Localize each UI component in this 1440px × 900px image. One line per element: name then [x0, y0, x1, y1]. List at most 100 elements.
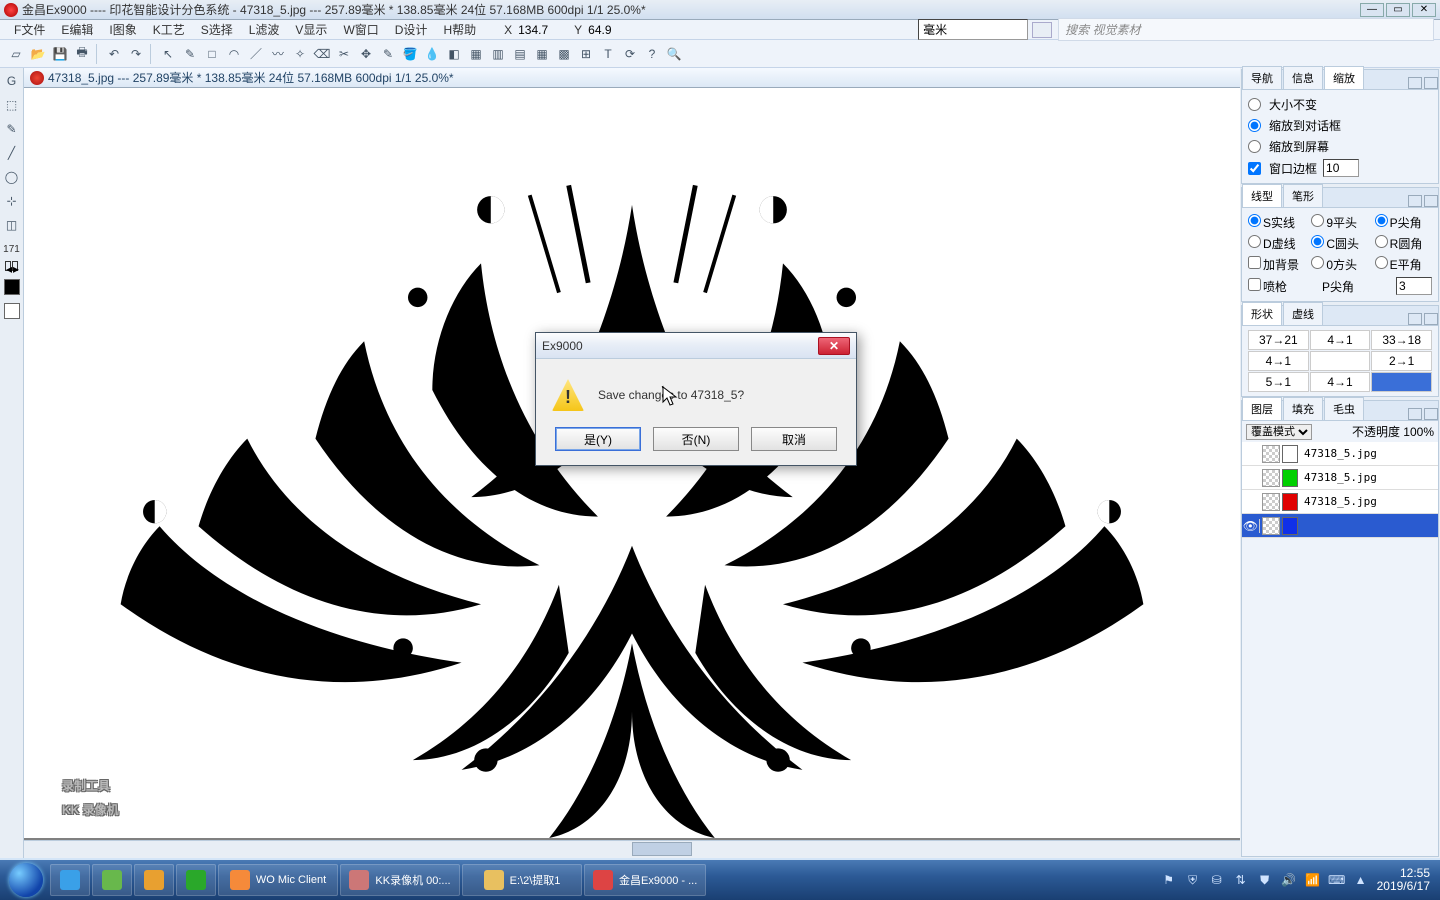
fill-icon[interactable]: 🪣: [400, 44, 420, 64]
shape-cell[interactable]: [1371, 372, 1432, 392]
shape-cell[interactable]: 37→21: [1248, 330, 1309, 350]
panel-menu-icon[interactable]: [1424, 77, 1438, 89]
taskbar-app[interactable]: WO Mic Client: [218, 864, 338, 896]
minimize-button[interactable]: —: [1360, 3, 1384, 17]
menu-H帮助[interactable]: H帮助: [435, 21, 484, 39]
tab-nav[interactable]: 导航: [1242, 66, 1282, 89]
tray-net-icon[interactable]: ⛨: [1185, 872, 1201, 888]
tab-info[interactable]: 信息: [1283, 66, 1323, 89]
move-icon[interactable]: ✥: [356, 44, 376, 64]
shape-cell[interactable]: 5→1: [1248, 372, 1309, 392]
layer-row[interactable]: 👁: [1242, 514, 1438, 538]
crop-tool[interactable]: ◫: [3, 216, 21, 234]
line-opt[interactable]: [1311, 256, 1324, 269]
g-tool[interactable]: G: [3, 72, 21, 90]
taskbar-app[interactable]: [176, 864, 216, 896]
unit-button[interactable]: [1032, 22, 1052, 38]
brush-icon[interactable]: ✎: [180, 44, 200, 64]
menu-S选择[interactable]: S选择: [193, 21, 241, 39]
shape-cell[interactable]: 4→1: [1310, 372, 1371, 392]
curve-icon[interactable]: 〰: [268, 44, 288, 64]
line-opt[interactable]: [1375, 214, 1388, 227]
dialog-close-button[interactable]: ✕: [818, 337, 850, 355]
shape-cell[interactable]: 4→1: [1248, 351, 1309, 371]
start-button[interactable]: [4, 862, 48, 898]
pencil-tool[interactable]: ✎: [3, 120, 21, 138]
line-opt[interactable]: [1311, 235, 1324, 248]
grid3-icon[interactable]: ▩: [554, 44, 574, 64]
clock[interactable]: 12:55 2019/6/17: [1377, 867, 1430, 893]
shape-cell[interactable]: 33→18: [1371, 330, 1432, 350]
picker-icon[interactable]: ✎: [378, 44, 398, 64]
taskbar-app[interactable]: [134, 864, 174, 896]
line-icon[interactable]: ／: [246, 44, 266, 64]
taskbar-app[interactable]: E:\2\提取1: [462, 864, 582, 896]
menu-E编辑[interactable]: E编辑: [53, 21, 101, 39]
rotate-icon[interactable]: ⟳: [620, 44, 640, 64]
undo-icon[interactable]: ↶: [104, 44, 124, 64]
tray-batt-icon[interactable]: ⌨: [1329, 872, 1345, 888]
tab-penshape[interactable]: 笔形: [1283, 184, 1323, 207]
check-border[interactable]: [1248, 162, 1261, 175]
tray-lang-icon[interactable]: ▲: [1353, 872, 1369, 888]
fg-swatch[interactable]: [4, 279, 20, 295]
tray-flag-icon[interactable]: ⚑: [1161, 872, 1177, 888]
drop-icon[interactable]: 💧: [422, 44, 442, 64]
eraser-icon[interactable]: ⌫: [312, 44, 332, 64]
save-icon[interactable]: 💾: [50, 44, 70, 64]
layer-color-chip[interactable]: [1282, 469, 1298, 487]
lasso-tool[interactable]: ◯: [3, 168, 21, 186]
layer-color-chip[interactable]: [1282, 445, 1298, 463]
no-button[interactable]: 否(N): [653, 427, 739, 451]
tab-dash[interactable]: 虚线: [1283, 302, 1323, 325]
yes-button[interactable]: 是(Y): [555, 427, 641, 451]
pointer-icon[interactable]: ↖: [158, 44, 178, 64]
crop-icon[interactable]: ✂: [334, 44, 354, 64]
taskbar-app[interactable]: [50, 864, 90, 896]
menu-L滤波[interactable]: L滤波: [241, 21, 288, 39]
menu-F文件[interactable]: F文件: [6, 21, 53, 39]
layer-row[interactable]: 47318_5.jpg: [1242, 442, 1438, 466]
help-icon[interactable]: ?: [642, 44, 662, 64]
taskbar-app[interactable]: 金昌Ex9000 - ...: [584, 864, 706, 896]
tray-wifi-icon[interactable]: 📶: [1305, 872, 1321, 888]
sharp-val[interactable]: [1396, 277, 1432, 295]
layer-row[interactable]: 47318_5.jpg: [1242, 490, 1438, 514]
grid2-icon[interactable]: ▦: [532, 44, 552, 64]
taskbar-app[interactable]: [92, 864, 132, 896]
menu-W窗口[interactable]: W窗口: [335, 21, 386, 39]
taskbar-app[interactable]: KK录像机 00:...: [340, 864, 460, 896]
lasso-icon[interactable]: ◠: [224, 44, 244, 64]
zoom-icon[interactable]: 🔍: [664, 44, 684, 64]
shape-cell[interactable]: 4→1: [1310, 330, 1371, 350]
line-opt[interactable]: [1248, 214, 1261, 227]
menu-D设计[interactable]: D设计: [387, 21, 436, 39]
tray-shield-icon[interactable]: ⛊: [1257, 872, 1273, 888]
shape1-icon[interactable]: ◧: [444, 44, 464, 64]
line-opt[interactable]: [1375, 235, 1388, 248]
radio-to-dialog[interactable]: [1248, 119, 1261, 132]
shape3-icon[interactable]: ▥: [488, 44, 508, 64]
new-icon[interactable]: ▱: [6, 44, 26, 64]
close-button[interactable]: ✕: [1412, 3, 1436, 17]
layer-color-chip[interactable]: [1282, 493, 1298, 511]
marquee-tool[interactable]: ⬚: [3, 96, 21, 114]
shape2-icon[interactable]: ▦: [466, 44, 486, 64]
layer-row[interactable]: 47318_5.jpg: [1242, 466, 1438, 490]
search-input[interactable]: 搜索 视觉素材: [1058, 18, 1434, 41]
line-tool[interactable]: ╱: [3, 144, 21, 162]
panel-min-icon[interactable]: [1408, 77, 1422, 89]
line-opt[interactable]: [1375, 256, 1388, 269]
cancel-button[interactable]: 取消: [751, 427, 837, 451]
redo-icon[interactable]: ↷: [126, 44, 146, 64]
horizontal-scrollbar[interactable]: [24, 840, 1240, 858]
shape-cell[interactable]: 2→1: [1371, 351, 1432, 371]
tray-vol-icon[interactable]: 🔊: [1281, 872, 1297, 888]
radio-keep-size[interactable]: [1248, 98, 1261, 111]
rect-icon[interactable]: □: [202, 44, 222, 64]
open-icon[interactable]: 📂: [28, 44, 48, 64]
tray-usb-icon[interactable]: ⇅: [1233, 872, 1249, 888]
tab-fill[interactable]: 填充: [1283, 397, 1323, 420]
tab-shape[interactable]: 形状: [1242, 302, 1282, 325]
print-icon[interactable]: 🖶: [72, 44, 92, 64]
